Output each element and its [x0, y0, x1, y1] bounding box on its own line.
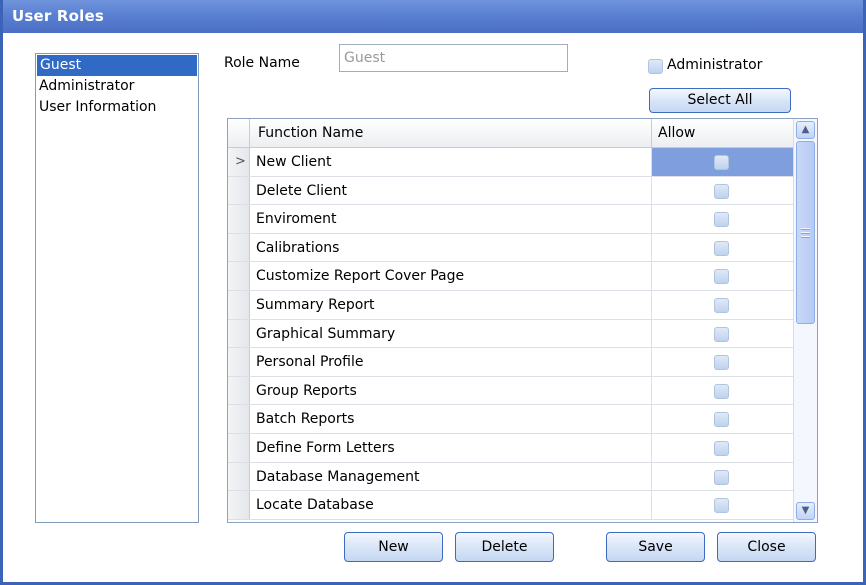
current-row-arrow-icon: >: [235, 154, 246, 169]
function-name-cell[interactable]: Batch Reports: [250, 405, 652, 433]
function-name-cell[interactable]: Group Reports: [250, 376, 652, 405]
function-name-cell[interactable]: Calibrations: [250, 233, 652, 262]
function-name-cell[interactable]: Define Form Letters: [250, 433, 652, 462]
function-name-cell[interactable]: Graphical Summary: [250, 319, 652, 348]
row-header[interactable]: [228, 433, 250, 462]
table-row[interactable]: Personal Profile: [228, 348, 793, 377]
function-name-cell[interactable]: Summary Report: [250, 290, 652, 319]
table-row[interactable]: > New Client: [228, 148, 793, 177]
allow-checkbox[interactable]: [714, 269, 729, 285]
function-name-cell[interactable]: Personal Profile: [250, 348, 652, 376]
allow-checkbox[interactable]: [714, 383, 729, 399]
close-button[interactable]: Close: [717, 532, 816, 562]
scrollbar-thumb[interactable]: [796, 141, 815, 324]
role-list-item-administrator[interactable]: Administrator: [36, 76, 198, 97]
role-name-input[interactable]: [339, 44, 568, 72]
row-header[interactable]: [228, 262, 250, 290]
allow-cell[interactable]: [652, 262, 793, 290]
column-header-function-name[interactable]: Function Name: [250, 119, 652, 147]
vertical-scrollbar[interactable]: ▲ ▼: [793, 119, 817, 522]
table-row[interactable]: Delete Client: [228, 176, 793, 206]
row-header[interactable]: [228, 233, 250, 262]
allow-checkbox[interactable]: [714, 326, 729, 342]
allow-cell[interactable]: [652, 377, 793, 405]
allow-checkbox[interactable]: [714, 212, 729, 228]
row-header-corner: [228, 119, 250, 147]
new-button[interactable]: New: [344, 532, 443, 562]
row-header[interactable]: [228, 376, 250, 405]
window-title: User Roles: [12, 7, 104, 25]
row-header[interactable]: [228, 405, 250, 433]
row-header[interactable]: [228, 348, 250, 376]
delete-button[interactable]: Delete: [455, 532, 554, 562]
function-name-cell[interactable]: Customize Report Cover Page: [250, 262, 652, 290]
function-name-cell[interactable]: Enviroment: [250, 205, 652, 233]
role-list[interactable]: Guest Administrator User Information: [35, 53, 199, 523]
function-name-cell[interactable]: New Client: [250, 148, 652, 176]
scroll-up-icon[interactable]: ▲: [796, 121, 815, 139]
allow-checkbox[interactable]: [714, 155, 729, 170]
allow-cell[interactable]: [652, 234, 793, 262]
allow-cell[interactable]: [652, 320, 793, 348]
grip-icon: [801, 228, 810, 240]
table-row[interactable]: Graphical Summary: [228, 319, 793, 349]
allow-cell[interactable]: [652, 491, 793, 519]
allow-checkbox[interactable]: [714, 240, 729, 256]
allow-cell[interactable]: [652, 405, 793, 433]
allow-cell[interactable]: [652, 291, 793, 319]
column-header-allow[interactable]: Allow: [652, 119, 793, 147]
table-row[interactable]: Group Reports: [228, 376, 793, 406]
allow-cell[interactable]: [652, 434, 793, 462]
table-row[interactable]: Customize Report Cover Page: [228, 262, 793, 291]
row-header[interactable]: [228, 319, 250, 348]
table-row[interactable]: Locate Database: [228, 491, 793, 520]
table-row[interactable]: Summary Report: [228, 290, 793, 320]
title-bar[interactable]: User Roles: [3, 0, 863, 33]
row-header[interactable]: [228, 290, 250, 319]
table-row[interactable]: Calibrations: [228, 233, 793, 263]
allow-checkbox[interactable]: [714, 469, 729, 485]
functions-grid: Function Name Allow > New Client Delete …: [227, 118, 818, 523]
grid-header: Function Name Allow: [228, 119, 793, 148]
allow-checkbox[interactable]: [714, 183, 729, 199]
row-header[interactable]: >: [228, 148, 250, 176]
allow-checkbox[interactable]: [714, 440, 729, 456]
table-row[interactable]: Batch Reports: [228, 405, 793, 434]
row-header[interactable]: [228, 176, 250, 205]
function-name-cell[interactable]: Locate Database: [250, 491, 652, 519]
role-name-label: Role Name: [224, 55, 300, 71]
administrator-label: Administrator: [667, 57, 763, 73]
allow-checkbox[interactable]: [714, 355, 729, 371]
function-name-cell[interactable]: Database Management: [250, 462, 652, 491]
user-roles-window: User Roles Guest Administrator User Info…: [0, 0, 866, 585]
role-list-item-user-information[interactable]: User Information: [36, 97, 198, 118]
allow-cell[interactable]: [652, 205, 793, 233]
allow-checkbox[interactable]: [714, 412, 729, 428]
allow-checkbox[interactable]: [714, 297, 729, 313]
table-row[interactable]: Database Management: [228, 462, 793, 492]
administrator-checkbox[interactable]: [648, 59, 663, 74]
table-row[interactable]: Enviroment: [228, 205, 793, 234]
select-all-button[interactable]: Select All: [649, 88, 791, 113]
window-client-area: Guest Administrator User Information Rol…: [3, 33, 863, 582]
allow-cell[interactable]: [652, 348, 793, 376]
row-header[interactable]: [228, 491, 250, 519]
allow-cell[interactable]: [652, 148, 793, 176]
grid-rows: > New Client Delete Client Enviroment Ca: [228, 148, 793, 520]
row-header[interactable]: [228, 462, 250, 491]
allow-checkbox[interactable]: [714, 498, 729, 514]
allow-cell[interactable]: [652, 463, 793, 491]
row-header[interactable]: [228, 205, 250, 233]
save-button[interactable]: Save: [606, 532, 705, 562]
scroll-down-icon[interactable]: ▼: [796, 502, 815, 520]
function-name-cell[interactable]: Delete Client: [250, 176, 652, 205]
allow-cell[interactable]: [652, 177, 793, 205]
role-list-item-guest[interactable]: Guest: [37, 55, 197, 76]
table-row[interactable]: Define Form Letters: [228, 433, 793, 463]
